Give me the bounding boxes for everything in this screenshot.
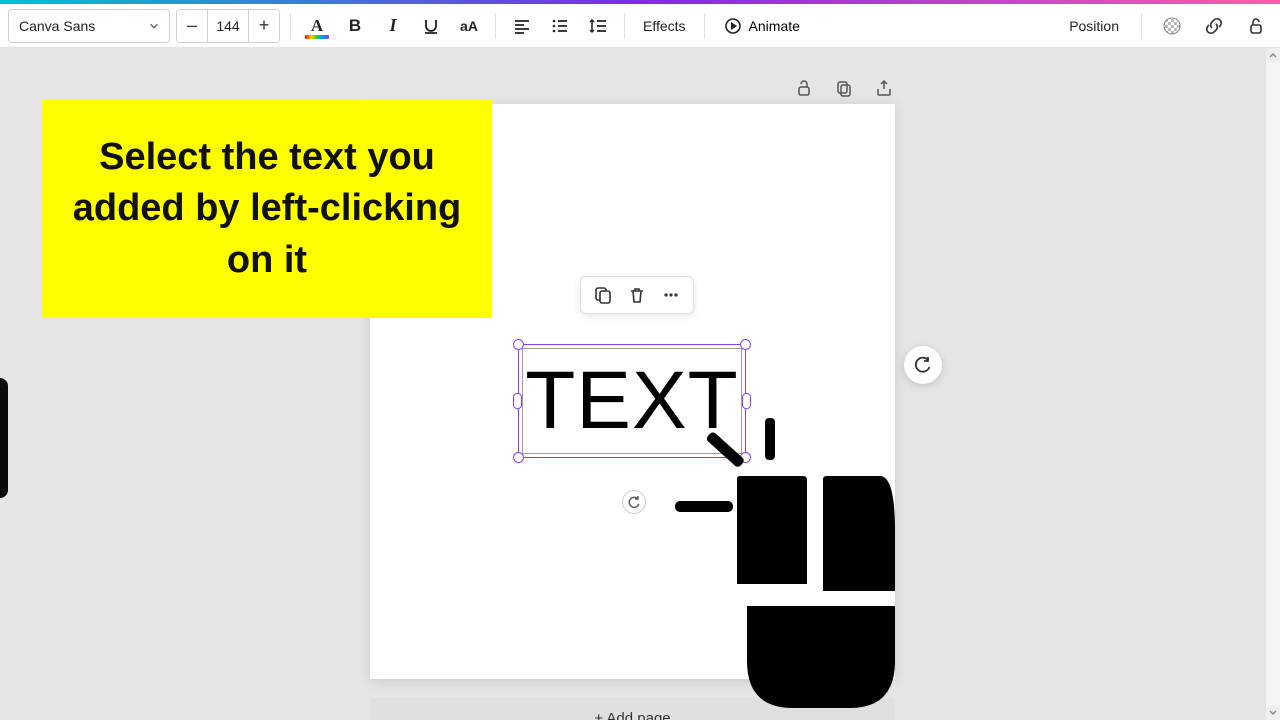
vertical-scrollbar[interactable]	[1266, 48, 1280, 720]
more-options-button[interactable]	[659, 283, 683, 307]
align-left-icon	[513, 17, 531, 35]
text-element-content[interactable]: TEXT	[525, 354, 739, 448]
rotate-handle[interactable]	[622, 490, 646, 514]
spacing-button[interactable]	[582, 10, 614, 42]
effects-button[interactable]: Effects	[635, 18, 694, 34]
trash-icon	[627, 285, 647, 305]
position-button[interactable]: Position	[1061, 18, 1127, 34]
chevron-down-icon	[149, 21, 159, 31]
workspace: + Add page Select the text you added by …	[0, 48, 1280, 720]
text-element-inner: TEXT	[522, 348, 742, 454]
underline-button[interactable]	[415, 10, 447, 42]
spacing-icon	[588, 17, 608, 35]
instruction-callout: Select the text you added by left-clicki…	[42, 100, 492, 318]
alignment-button[interactable]	[506, 10, 538, 42]
selected-text-element[interactable]: TEXT	[518, 344, 746, 458]
text-case-button[interactable]: aA	[453, 10, 485, 42]
font-family-value: Canva Sans	[19, 18, 95, 34]
chevron-down-icon	[1269, 709, 1277, 717]
duplicate-element-button[interactable]	[591, 283, 615, 307]
font-size-stepper: – 144 +	[176, 9, 280, 43]
bullet-list-icon	[551, 17, 569, 35]
bold-button[interactable]: B	[339, 10, 371, 42]
instruction-text: Select the text you added by left-clicki…	[60, 132, 474, 286]
toolbar-right-group: Position	[1061, 10, 1272, 42]
lock-button[interactable]	[1240, 10, 1272, 42]
italic-button[interactable]: I	[377, 10, 409, 42]
toolbar-divider	[624, 13, 625, 39]
link-icon	[1204, 16, 1224, 36]
text-toolbar: Canva Sans – 144 + A B I aA Effects Anim…	[0, 4, 1280, 48]
selection-context-toolbar	[580, 276, 694, 314]
page-action-toolbar	[792, 76, 896, 100]
lock-open-icon	[794, 78, 814, 98]
share-up-icon	[874, 78, 894, 98]
rotate-icon	[627, 495, 641, 509]
resize-handle-bottom-left[interactable]	[513, 452, 524, 463]
resize-handle-top-right[interactable]	[740, 339, 751, 350]
toolbar-divider	[1141, 13, 1142, 39]
duplicate-icon	[834, 78, 854, 98]
animate-label: Animate	[749, 18, 800, 34]
duplicate-icon	[593, 285, 613, 305]
resize-handle-top-left[interactable]	[513, 339, 524, 350]
resize-handle-right[interactable]	[742, 393, 751, 409]
underline-icon	[422, 17, 440, 35]
page-duplicate-button[interactable]	[832, 76, 856, 100]
resize-handle-left[interactable]	[513, 393, 522, 409]
side-panel-toggle[interactable]	[0, 378, 8, 498]
chevron-up-icon	[1269, 51, 1277, 59]
text-color-button[interactable]: A	[301, 10, 333, 42]
more-horizontal-icon	[661, 285, 681, 305]
animate-icon	[723, 16, 743, 36]
animate-button[interactable]: Animate	[715, 16, 808, 36]
page-share-button[interactable]	[872, 76, 896, 100]
regenerate-button[interactable]	[904, 346, 942, 384]
font-size-value[interactable]: 144	[207, 10, 249, 42]
link-button[interactable]	[1198, 10, 1230, 42]
toolbar-divider	[495, 13, 496, 39]
refresh-icon	[913, 355, 933, 375]
transparency-button[interactable]	[1156, 10, 1188, 42]
scroll-down-button[interactable]	[1266, 706, 1280, 720]
list-button[interactable]	[544, 10, 576, 42]
add-page-button[interactable]: + Add page	[370, 698, 895, 720]
lock-open-icon	[1246, 16, 1266, 36]
toolbar-divider	[704, 13, 705, 39]
page-unlock-button[interactable]	[792, 76, 816, 100]
font-size-decrease-button[interactable]: –	[177, 10, 207, 42]
font-family-select[interactable]: Canva Sans	[8, 9, 170, 43]
resize-handle-bottom-right[interactable]	[740, 452, 751, 463]
scroll-up-button[interactable]	[1266, 48, 1280, 62]
font-size-increase-button[interactable]: +	[249, 10, 279, 42]
transparency-icon	[1162, 16, 1182, 36]
delete-element-button[interactable]	[625, 283, 649, 307]
toolbar-divider	[290, 13, 291, 39]
